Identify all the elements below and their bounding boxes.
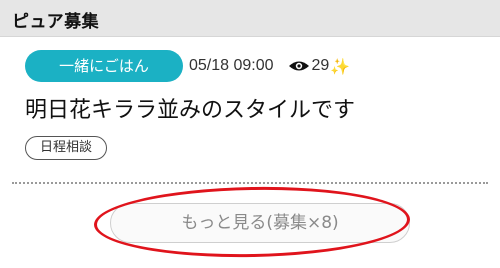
post-title[interactable]: 明日花キララ並みのスタイルです xyxy=(25,92,355,124)
schedule-tag: 日程相談 xyxy=(25,136,108,160)
show-more-button[interactable]: もっと見る(募集×8) xyxy=(110,203,410,243)
divider xyxy=(12,182,488,184)
recruitment-post[interactable]: 一緒にごはん 05/18 09:00 29 ✨ 明日花キララ並みのスタイルです … xyxy=(0,37,500,183)
section-header: ピュア募集 xyxy=(0,0,500,37)
post-meta: 一緒にごはん 05/18 09:00 29 ✨ xyxy=(25,50,350,82)
category-tag[interactable]: 一緒にごはん xyxy=(25,50,183,82)
post-date: 05/18 09:00 xyxy=(189,57,274,74)
eye-icon xyxy=(288,61,309,71)
view-count: 29 xyxy=(311,57,330,74)
section-title: ピュア募集 xyxy=(12,12,100,32)
sparkle-icon: ✨ xyxy=(330,56,351,76)
recruitment-page: ピュア募集 一緒にごはん 05/18 09:00 29 ✨ 明日花キララ並みのス… xyxy=(0,0,500,268)
